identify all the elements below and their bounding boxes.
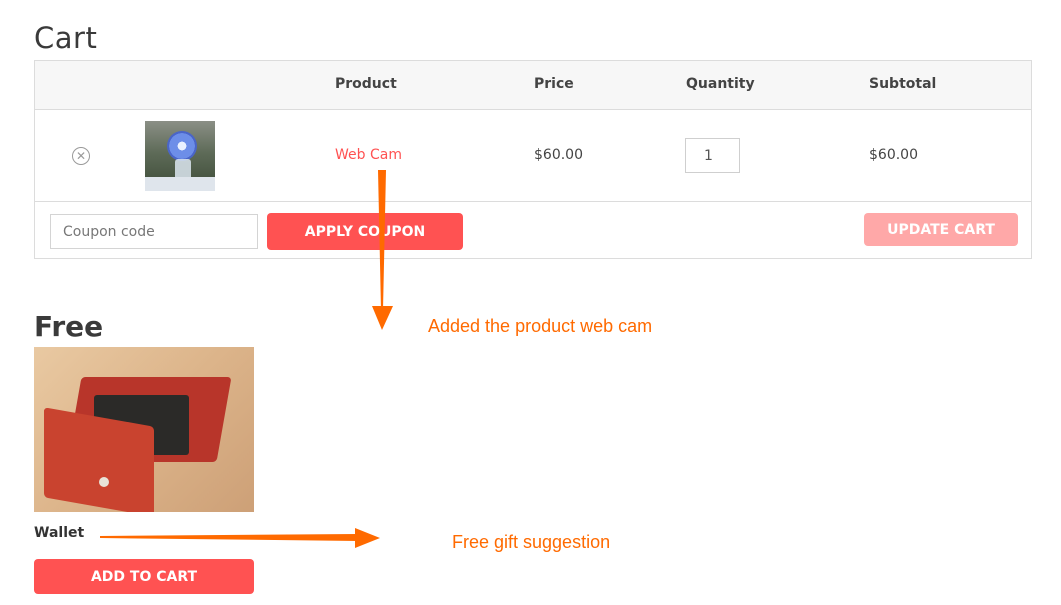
- right-arrow-icon: [100, 528, 380, 548]
- annotation-arrows: [100, 170, 393, 548]
- down-arrow-icon: [372, 170, 393, 330]
- annotation-added-product: Added the product web cam: [428, 316, 653, 336]
- annotation-free-gift: Free gift suggestion: [452, 532, 611, 552]
